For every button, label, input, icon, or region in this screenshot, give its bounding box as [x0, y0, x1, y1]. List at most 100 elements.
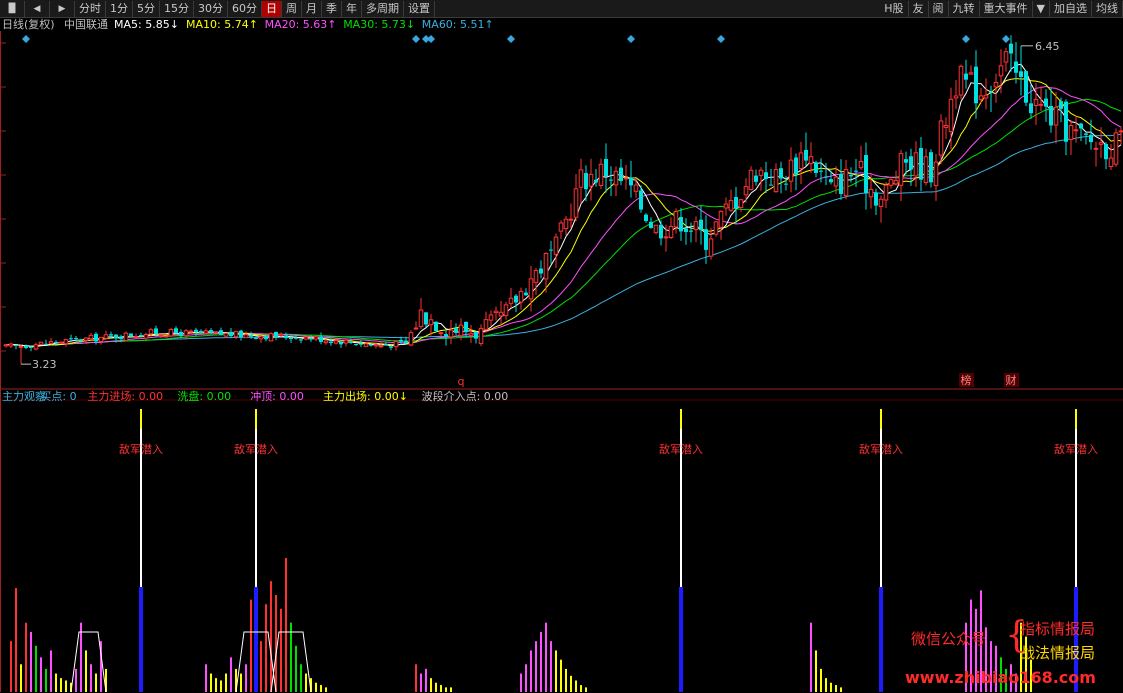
candle-body-down: [289, 337, 293, 340]
candle-body-down: [424, 312, 428, 325]
candle-body-up: [743, 186, 749, 196]
event-badge: 榜: [961, 373, 972, 387]
candle-body-up: [168, 329, 174, 337]
candle-body-down: [319, 336, 323, 342]
signal-diamond-icon: [427, 35, 435, 43]
candle-body-up: [123, 332, 129, 341]
period-tab-9[interactable]: 季: [322, 0, 342, 17]
stock-name: 中国联通: [64, 18, 108, 31]
toolbar-right-button-4[interactable]: 重大事件: [980, 0, 1033, 17]
ma-legend-ma10: MA10: 5.74↑: [186, 18, 258, 31]
candle-body-up: [468, 333, 474, 336]
candle-body-up: [3, 344, 9, 347]
candle-body-up: [438, 332, 444, 335]
candle-body-up: [773, 168, 779, 193]
period-tab-7[interactable]: 周: [282, 0, 302, 17]
back-icon[interactable]: ◀: [25, 0, 50, 17]
candle-body-down: [209, 330, 213, 333]
candle-body-down: [1104, 143, 1108, 160]
candle-body-up: [143, 333, 149, 339]
signal-diamond-icon: [627, 35, 635, 43]
signal-label: 敌军潜入: [659, 442, 703, 456]
candle-body-up: [868, 188, 874, 198]
candle-body-down: [229, 331, 233, 337]
candle-body-up: [8, 343, 14, 347]
candle-body-down: [399, 339, 403, 342]
period-tab-3[interactable]: 15分: [160, 0, 194, 17]
period-tab-0[interactable]: 分时: [75, 0, 106, 17]
candle-body-down: [74, 338, 78, 340]
candle-body-up: [268, 333, 274, 342]
candle-body-up: [668, 226, 674, 239]
candle-body-up: [573, 188, 579, 218]
candle-body-down: [539, 268, 543, 274]
candle-body-down: [1029, 103, 1033, 114]
period-tab-1[interactable]: 1分: [106, 0, 133, 17]
signal-diamond-icon: [412, 35, 420, 43]
dropdown-arrow-icon[interactable]: ▼: [1033, 0, 1050, 17]
candle-body-up: [378, 345, 384, 348]
candle-body-down: [854, 170, 858, 172]
toolbar-right-button-2[interactable]: 阅: [929, 0, 949, 17]
candle-body-up: [843, 169, 849, 197]
candle-body-down: [659, 224, 663, 239]
candle-body-down: [784, 183, 788, 185]
candle-body-up: [393, 340, 399, 348]
period-tab-12[interactable]: 设置: [404, 0, 435, 17]
toolbar-right-button-3[interactable]: 九转: [949, 0, 980, 17]
signal-diamond-icon: [962, 35, 970, 43]
candle-body-down: [1014, 61, 1018, 73]
candle-body-up: [1073, 129, 1079, 132]
candle-body-up: [598, 163, 604, 187]
candle-body-up: [888, 179, 894, 186]
candle-body-up: [1053, 106, 1059, 126]
candle-body-down: [1079, 123, 1083, 129]
candle-body-down: [119, 336, 123, 339]
candle-body-down: [644, 214, 648, 221]
candle-body-down: [369, 344, 373, 346]
candle-body-up: [48, 341, 54, 344]
candle-body-down: [299, 339, 303, 341]
toolbar-right-button-1[interactable]: 友: [909, 0, 929, 17]
candle-body-down: [284, 335, 288, 339]
candle-body-down: [689, 230, 693, 232]
candle-body-down: [1044, 98, 1048, 107]
forward-icon[interactable]: ▶: [50, 0, 75, 17]
candle-body-up: [993, 81, 999, 88]
toolbar-far-right-button-0[interactable]: 加自选: [1050, 0, 1092, 17]
candle-body-down: [839, 173, 843, 194]
indicator-legend-4: 冲顶: 0.00: [250, 389, 304, 403]
period-tab-10[interactable]: 年: [342, 0, 362, 17]
period-tab-4[interactable]: 30分: [194, 0, 228, 17]
period-tab-5[interactable]: 60分: [228, 0, 262, 17]
candle-body-up: [183, 330, 189, 337]
candle-body-up: [83, 337, 89, 341]
candle-body-up: [878, 198, 884, 207]
candle-body-down: [94, 333, 98, 342]
candle-body-up: [363, 343, 369, 347]
candle-body-down: [769, 184, 773, 186]
candle-body-down: [129, 333, 133, 337]
indicator-legend-6: 波段介入点: 0.00: [422, 389, 509, 403]
candle-body-down: [794, 157, 798, 175]
toolbar-far-right-button-1[interactable]: 均线: [1092, 0, 1123, 17]
period-tab-8[interactable]: 月: [302, 0, 322, 17]
candle-body-up: [563, 218, 569, 230]
candle-body-down: [609, 179, 613, 181]
candle-body-up: [233, 330, 239, 338]
candle-body-down: [434, 321, 438, 331]
candle-body-down: [174, 328, 178, 334]
candle-body-up: [1098, 142, 1104, 145]
toolbar-right-button-0[interactable]: H股: [880, 0, 909, 17]
period-tab-2[interactable]: 5分: [133, 0, 160, 17]
candle-body-up: [33, 344, 39, 350]
bars-icon[interactable]: ▐▌: [0, 0, 25, 17]
candle-body-up: [713, 221, 719, 235]
high-price-label: 6.45: [1035, 40, 1060, 53]
candle-body-down: [44, 343, 48, 345]
period-tab-6[interactable]: 日: [262, 0, 282, 17]
signal-label: 敌军潜入: [859, 442, 903, 456]
candle-body-up: [493, 310, 499, 314]
candle-body-down: [639, 190, 643, 210]
period-tab-11[interactable]: 多周期: [362, 0, 404, 17]
